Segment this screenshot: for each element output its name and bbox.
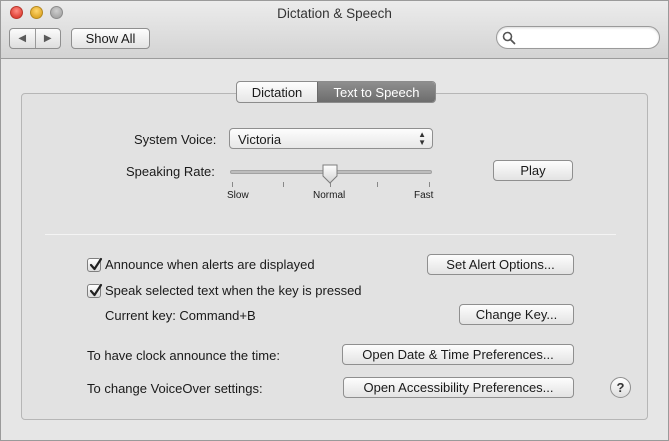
slider-tick (429, 182, 430, 187)
separator (45, 234, 616, 235)
help-button[interactable]: ? (610, 377, 631, 398)
clock-announce-label: To have clock announce the time: (87, 348, 280, 363)
slow-label: Slow (227, 190, 249, 201)
change-key-button[interactable]: Change Key... (459, 304, 574, 325)
fast-label: Fast (414, 190, 434, 201)
back-forward-control: ◀ ▶ (9, 28, 61, 49)
speak-selected-label: Speak selected text when the key is pres… (105, 283, 362, 298)
slider-tick (283, 182, 284, 187)
checkmark-icon (89, 283, 103, 296)
speaking-rate-slider-thumb[interactable] (321, 164, 339, 184)
set-alert-options-button[interactable]: Set Alert Options... (427, 254, 574, 275)
speaking-rate-label: Speaking Rate: (126, 164, 215, 179)
announce-alerts-row: Announce when alerts are displayed (87, 257, 315, 272)
speak-selected-checkbox[interactable] (87, 283, 103, 298)
search-input[interactable] (519, 29, 653, 46)
system-voice-value: Victoria (238, 132, 282, 147)
show-all-button[interactable]: Show All (71, 28, 150, 49)
voiceover-label: To change VoiceOver settings: (87, 381, 263, 396)
slider-tick (232, 182, 233, 187)
speak-selected-row: Speak selected text when the key is pres… (87, 283, 362, 298)
preferences-window: Dictation & Speech ◀ ▶ Show All Dictatio… (0, 0, 669, 441)
tab-bar: Dictation Text to Speech (236, 81, 436, 103)
announce-alerts-checkbox[interactable] (87, 257, 103, 272)
open-date-time-preferences-button[interactable]: Open Date & Time Preferences... (342, 344, 574, 365)
tab-dictation[interactable]: Dictation (237, 82, 317, 102)
search-field[interactable] (496, 26, 660, 49)
popup-arrows-icon: ▲ ▼ (418, 130, 426, 147)
normal-label: Normal (313, 190, 346, 201)
announce-alerts-label: Announce when alerts are displayed (105, 257, 315, 272)
tab-text-to-speech[interactable]: Text to Speech (317, 82, 435, 102)
window-title: Dictation & Speech (277, 6, 392, 21)
back-button[interactable]: ◀ (10, 29, 35, 48)
slider-tick (377, 182, 378, 187)
title-bar: Dictation & Speech ◀ ▶ Show All (1, 1, 668, 59)
open-accessibility-preferences-button[interactable]: Open Accessibility Preferences... (343, 377, 574, 398)
forward-button[interactable]: ▶ (34, 29, 61, 48)
search-icon (502, 31, 516, 45)
current-key-label: Current key: Command+B (105, 308, 256, 323)
play-button[interactable]: Play (493, 160, 573, 181)
checkmark-icon (89, 257, 103, 270)
system-voice-label: System Voice: (134, 132, 217, 147)
system-voice-popup[interactable]: Victoria ▲ ▼ (229, 128, 433, 149)
